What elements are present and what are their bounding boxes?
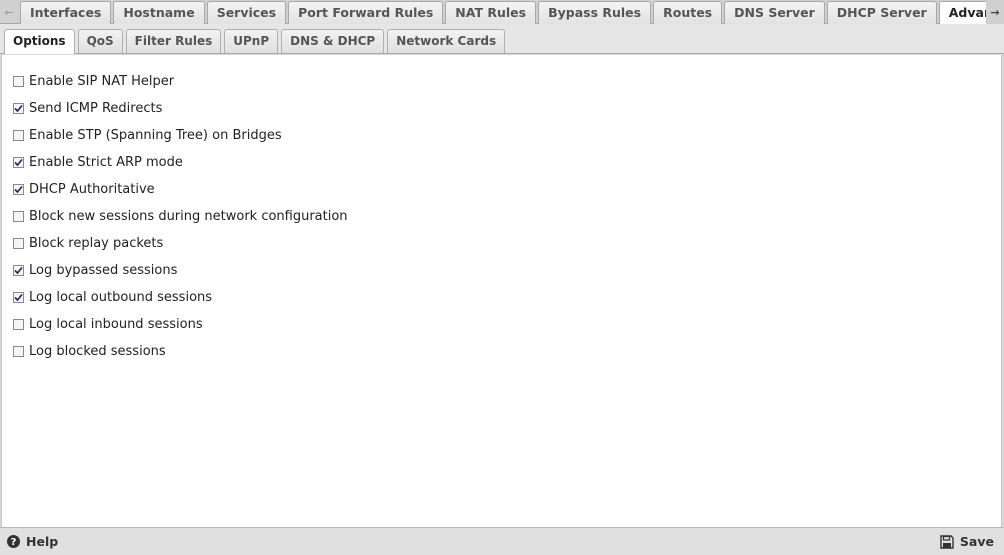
save-button[interactable]: Save [940, 528, 994, 555]
checkbox-dhcp-authoritative[interactable] [13, 184, 24, 195]
options-panel: Enable SIP NAT Helper Send ICMP Redirects… [1, 55, 1002, 527]
checkmark-icon [14, 266, 23, 275]
subtab-dns-dhcp[interactable]: DNS & DHCP [281, 29, 385, 53]
tab-port-forward-rules[interactable]: Port Forward Rules [288, 1, 444, 24]
option-row-block-new-sessions-during-network-configuration: Block new sessions during network config… [13, 203, 348, 230]
subtab-upnp[interactable]: UPnP [224, 29, 279, 53]
checkbox-log-local-inbound-sessions[interactable] [13, 319, 24, 330]
tab-routes[interactable]: Routes [653, 1, 723, 24]
checkbox-enable-sip-nat-helper[interactable] [13, 76, 24, 87]
scroll-left-arrow-icon[interactable]: ← [0, 0, 18, 24]
option-label: Log bypassed sessions [29, 263, 178, 278]
footer-bar: ? Help Save [0, 527, 1004, 555]
checkbox-log-blocked-sessions[interactable] [13, 346, 24, 357]
subtab-qos[interactable]: QoS [77, 29, 123, 53]
checkbox-enable-strict-arp-mode[interactable] [13, 157, 24, 168]
option-label: Send ICMP Redirects [29, 101, 163, 116]
option-label: Log local outbound sessions [29, 290, 213, 305]
option-label: Log blocked sessions [29, 344, 166, 359]
checkbox-log-local-outbound-sessions[interactable] [13, 292, 24, 303]
option-label: Enable Strict ARP mode [29, 155, 183, 170]
tab-nat-rules[interactable]: NAT Rules [445, 1, 537, 24]
option-row-log-local-outbound-sessions: Log local outbound sessions [13, 284, 348, 311]
option-row-send-icmp-redirects: Send ICMP Redirects [13, 95, 348, 122]
checkbox-block-replay-packets[interactable] [13, 238, 24, 249]
option-row-block-replay-packets: Block replay packets [13, 230, 348, 257]
checkbox-block-new-sessions-during-network-configuration[interactable] [13, 211, 24, 222]
tab-dns-server[interactable]: DNS Server [724, 1, 825, 24]
option-label: DHCP Authoritative [29, 182, 155, 197]
scroll-right-arrow-icon[interactable]: → [986, 0, 1004, 24]
tab-hostname[interactable]: Hostname [113, 1, 205, 24]
option-label: Block replay packets [29, 236, 164, 251]
sub-tab-bar: Options QoS Filter Rules UPnP DNS & DHCP Netw… [0, 24, 1004, 54]
option-row-enable-strict-arp-mode: Enable Strict ARP mode [13, 149, 348, 176]
checkmark-icon [14, 104, 23, 113]
option-row-enable-sip-nat-helper: Enable SIP NAT Helper [13, 68, 348, 95]
checkmark-icon [14, 158, 23, 167]
tab-services[interactable]: Services [206, 1, 287, 24]
option-row-log-bypassed-sessions: Log bypassed sessions [13, 257, 348, 284]
checkbox-log-bypassed-sessions[interactable] [13, 265, 24, 276]
option-row-log-blocked-sessions: Log blocked sessions [13, 338, 348, 365]
sub-tabs: Options QoS Filter Rules UPnP DNS & DHCP Netw… [4, 29, 508, 54]
option-row-enable-stp-spanning-tree-on-bridges: Enable STP (Spanning Tree) on Bridges [13, 122, 348, 149]
help-circle-icon: ? [7, 535, 20, 548]
save-label: Save [959, 534, 994, 549]
option-label: Enable SIP NAT Helper [29, 74, 175, 89]
checkmark-icon [14, 185, 23, 194]
svg-text:?: ? [11, 537, 17, 548]
option-label: Log local inbound sessions [29, 317, 203, 332]
checkbox-send-icmp-redirects[interactable] [13, 103, 24, 114]
floppy-disk-icon [940, 534, 954, 549]
checkbox-enable-stp-spanning-tree-on-bridges[interactable] [13, 130, 24, 141]
subtab-options[interactable]: Options [4, 29, 75, 54]
checkmark-icon [14, 293, 23, 302]
options-list: Enable SIP NAT Helper Send ICMP Redirects… [13, 68, 348, 365]
subtab-network-cards[interactable]: Network Cards [387, 29, 506, 53]
tab-bypass-rules[interactable]: Bypass Rules [538, 1, 652, 24]
tab-dhcp-server[interactable]: DHCP Server [826, 1, 937, 24]
subtab-filter-rules[interactable]: Filter Rules [125, 29, 222, 53]
help-label: Help [26, 534, 59, 549]
top-tab-bar: ← Interfaces Hostname Services Port Forward… [0, 0, 1004, 24]
option-label: Enable STP (Spanning Tree) on Bridges [29, 128, 282, 143]
option-row-log-local-inbound-sessions: Log local inbound sessions [13, 311, 348, 338]
option-row-dhcp-authoritative: DHCP Authoritative [13, 176, 348, 203]
tab-interfaces[interactable]: Interfaces [20, 1, 112, 24]
tab-advanced[interactable]: Advanced [938, 1, 986, 24]
option-label: Block new sessions during network config… [29, 209, 348, 224]
help-button[interactable]: ? Help [7, 528, 58, 555]
top-tabs: Interfaces Hostname Services Port Forward R… [20, 0, 986, 24]
